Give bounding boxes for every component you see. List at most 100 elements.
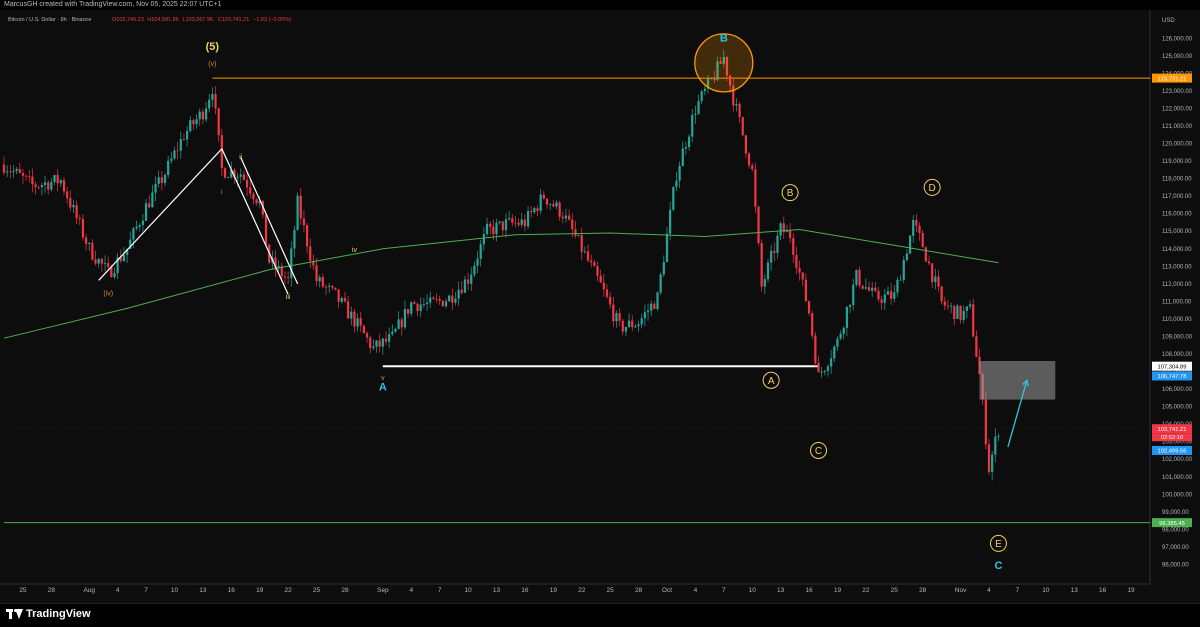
candle-body — [245, 179, 249, 188]
time-tick-label: 25 — [19, 587, 27, 594]
price-tick-label: 121,000.00 — [1162, 124, 1193, 130]
time-tick-label: 22 — [862, 587, 870, 594]
candle-body — [561, 216, 564, 219]
candle-body — [482, 234, 485, 245]
candle-body — [908, 235, 912, 254]
candle-body — [24, 175, 28, 177]
candle-body — [302, 218, 306, 226]
price-tick-label: 113,000.00 — [1162, 264, 1192, 270]
candle-body — [574, 229, 577, 236]
candle-body — [697, 101, 700, 114]
time-tick-label: 16 — [228, 587, 236, 594]
candle-body — [100, 258, 103, 264]
time-tick-label: 28 — [341, 587, 349, 594]
candle-body — [403, 308, 407, 328]
candle-body — [340, 298, 343, 302]
candle-body — [798, 268, 801, 273]
wave-label: iii — [286, 294, 291, 301]
candle-body — [37, 187, 40, 188]
price-chart[interactable]: Bitcoin / U.S. Dollar · 8h · Binance O103… — [0, 0, 1200, 603]
projection-box — [979, 361, 1056, 400]
price-tick-label: 126,000.00 — [1162, 36, 1193, 42]
candle-body — [899, 279, 902, 281]
countdown-value: 02:52:10 — [1161, 435, 1184, 441]
candle-body — [568, 215, 571, 220]
symbol-legend: Bitcoin / U.S. Dollar · 8h · Binance O103… — [8, 17, 291, 23]
candle-body — [473, 265, 476, 275]
candle-body — [839, 333, 842, 339]
candle-body — [530, 211, 533, 213]
candle-body — [672, 186, 675, 210]
candle-body — [662, 262, 665, 275]
time-tick-label: 10 — [1042, 587, 1050, 594]
candle-body — [176, 150, 179, 152]
candle-body — [264, 214, 268, 245]
candle-body — [321, 277, 324, 287]
candle-body — [972, 304, 975, 337]
price-tick-label: 108,000.00 — [1162, 352, 1193, 358]
candle-body — [659, 274, 662, 293]
candle-body — [700, 91, 703, 102]
candle-body — [634, 326, 637, 328]
tradingview-logo[interactable]: TradingView — [6, 608, 91, 620]
candle-body — [53, 175, 56, 182]
candle-body — [148, 203, 151, 208]
candle-body — [896, 279, 899, 293]
candle-body — [192, 120, 195, 125]
candle-body — [78, 218, 81, 220]
candle-body — [912, 219, 915, 236]
candle-body — [880, 299, 883, 303]
candle-body — [593, 262, 596, 267]
candle-body — [299, 195, 302, 219]
candle-body — [744, 135, 748, 154]
candle-body — [334, 287, 337, 290]
candle-body — [631, 320, 634, 328]
candle-body — [858, 269, 861, 286]
candle-body — [305, 225, 309, 247]
wave-label: (5) — [206, 41, 220, 53]
ohlc-value: L103,067.96 — [183, 17, 214, 23]
price-tick-label: 118,000.00 — [1162, 177, 1192, 183]
candle-body — [182, 139, 186, 140]
candle-body — [353, 311, 356, 327]
candle-body — [293, 229, 296, 249]
candle-body — [751, 165, 754, 170]
time-tick-label: 25 — [607, 587, 615, 594]
candle-body — [21, 172, 25, 176]
price-tick-label: 120,000.00 — [1162, 142, 1193, 148]
candle-body — [309, 246, 312, 261]
candle-body — [577, 235, 580, 236]
candle-body — [173, 150, 176, 159]
candle-body — [179, 139, 182, 151]
candle-body — [425, 302, 429, 305]
candle-body — [962, 310, 965, 320]
price-tick-label: 100,000.00 — [1162, 492, 1193, 498]
price-tick-label: 112,000.00 — [1162, 282, 1192, 288]
candle-body — [874, 287, 877, 291]
candle-body — [940, 286, 943, 302]
candle-body — [852, 284, 855, 305]
candle-body — [217, 108, 220, 136]
candle-body — [984, 399, 987, 445]
candle-body — [615, 313, 618, 322]
wave-label: A — [768, 376, 775, 387]
footer-bar: TradingView — [0, 603, 1200, 627]
candle-body — [12, 170, 15, 172]
ohlc-value: H104,581.86 — [147, 17, 179, 23]
candle-body — [466, 279, 470, 284]
candle-body — [950, 305, 953, 307]
candle-body — [953, 305, 956, 319]
price-tick-label: 102,000.00 — [1162, 457, 1193, 463]
time-tick-label: 28 — [48, 587, 56, 594]
candle-body — [170, 158, 173, 161]
candle-body — [694, 113, 697, 116]
candle-body — [795, 254, 798, 269]
candle-body — [470, 274, 473, 284]
wave-label: D — [929, 183, 936, 194]
candle-body — [201, 111, 204, 120]
candle-body — [227, 177, 230, 178]
candle-body — [441, 300, 444, 307]
candle-body — [239, 174, 242, 177]
candle-body — [855, 269, 858, 285]
candle-body — [88, 242, 91, 244]
